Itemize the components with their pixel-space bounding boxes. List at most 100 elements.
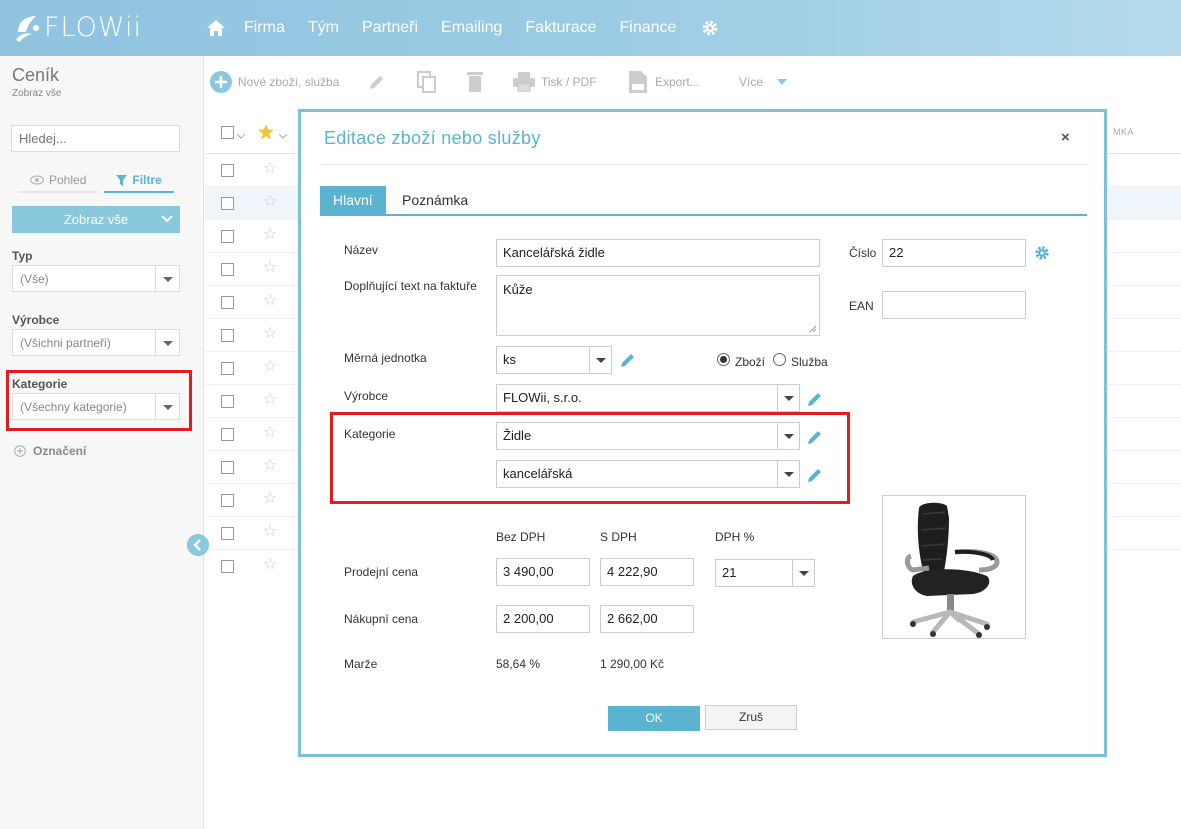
radio-zbozi-label: Zboží xyxy=(735,355,766,369)
new-item-button[interactable]: Nové zboží, služba xyxy=(209,70,339,94)
star-outline-icon[interactable]: ☆ xyxy=(263,524,277,540)
star-outline-icon[interactable]: ☆ xyxy=(263,557,277,573)
eye-icon xyxy=(30,175,44,185)
row-checkbox[interactable] xyxy=(221,395,234,408)
filter-typ-select[interactable]: (Vše) xyxy=(12,265,180,292)
star-outline-icon[interactable]: ☆ xyxy=(263,425,277,441)
copy-icon[interactable] xyxy=(417,71,437,93)
ok-button[interactable]: OK xyxy=(608,706,700,731)
star-outline-icon[interactable]: ☆ xyxy=(263,260,277,276)
star-outline-icon[interactable]: ☆ xyxy=(263,194,277,210)
row-checkbox[interactable] xyxy=(221,164,234,177)
row-checkbox[interactable] xyxy=(221,527,234,540)
prodejni-bez-dph-input[interactable]: 3 490,00 xyxy=(496,558,590,586)
row-checkbox[interactable] xyxy=(221,329,234,342)
nakupni-s-dph-input[interactable]: 2 662,00 xyxy=(600,605,694,633)
tab-filtre[interactable]: Filtre xyxy=(104,171,174,193)
dropdown-arrow-icon xyxy=(155,266,179,291)
row-checkbox[interactable] xyxy=(221,560,234,573)
star-outline-icon[interactable]: ☆ xyxy=(263,392,277,408)
row-checkbox[interactable] xyxy=(221,362,234,375)
ean-input[interactable] xyxy=(882,291,1026,319)
grid-header-column-label: MKA xyxy=(1113,127,1135,137)
add-circle-icon xyxy=(210,71,232,93)
star-outline-icon[interactable]: ☆ xyxy=(263,161,277,177)
nav-partneri[interactable]: Partneři xyxy=(362,19,418,37)
chevron-down-icon[interactable] xyxy=(237,134,245,139)
export-button[interactable]: Export... xyxy=(629,71,700,93)
settings-gear-icon[interactable] xyxy=(701,19,719,37)
nazev-input[interactable]: Kancelářská židle xyxy=(496,239,820,267)
row-checkbox[interactable] xyxy=(221,197,234,210)
resize-handle-icon[interactable] xyxy=(809,325,817,333)
star-outline-icon[interactable]: ☆ xyxy=(263,326,277,342)
search-input[interactable] xyxy=(11,125,180,152)
tab-hlavni[interactable]: Hlavní xyxy=(320,186,386,214)
cislo-label: Číslo xyxy=(849,246,877,260)
radio-sluzba-label: Služba xyxy=(791,355,828,369)
edit-pencil-icon[interactable] xyxy=(806,390,824,408)
print-pdf-button[interactable]: Tisk / PDF xyxy=(513,72,597,92)
oznaceni-label: Označení xyxy=(33,444,87,458)
select-all-checkbox[interactable] xyxy=(221,126,234,139)
marze-pct-value: 58,64 % xyxy=(496,657,541,671)
settings-gear-icon[interactable] xyxy=(1034,245,1050,261)
show-all-button[interactable]: Zobraz vše xyxy=(12,206,180,233)
row-checkbox[interactable] xyxy=(221,461,234,474)
row-checkbox[interactable] xyxy=(221,428,234,441)
cislo-input[interactable]: 22 xyxy=(882,239,1026,267)
nav-tym[interactable]: Tým xyxy=(308,19,339,37)
nav-firma[interactable]: Firma xyxy=(244,19,285,37)
vyrobce-select[interactable]: FLOWii, s.r.o. xyxy=(496,384,800,412)
nav-fakturace[interactable]: Fakturace xyxy=(525,19,596,37)
more-button[interactable]: Více xyxy=(739,75,788,89)
printer-icon xyxy=(513,72,535,92)
jednotka-value: ks xyxy=(503,352,516,367)
star-filled-icon[interactable] xyxy=(258,124,274,140)
nav-finance[interactable]: Finance xyxy=(620,19,677,37)
chevron-down-icon[interactable] xyxy=(279,134,287,139)
nakupni-label: Nákupní cena xyxy=(344,612,419,626)
row-checkbox[interactable] xyxy=(221,494,234,507)
row-checkbox[interactable] xyxy=(221,230,234,243)
dialog-title: Editace zboží nebo služby xyxy=(324,128,541,148)
home-icon[interactable] xyxy=(206,18,226,38)
product-image[interactable] xyxy=(882,495,1026,639)
star-outline-icon[interactable]: ☆ xyxy=(263,293,277,309)
logo-text: FLOWii xyxy=(44,11,142,43)
col-bez-dph: Bez DPH xyxy=(496,530,546,544)
star-outline-icon[interactable]: ☆ xyxy=(263,359,277,375)
row-checkbox[interactable] xyxy=(221,263,234,276)
nakupni-bez-dph-input[interactable]: 2 200,00 xyxy=(496,605,590,633)
dph-select[interactable]: 21 xyxy=(715,559,815,587)
nazev-label: Název xyxy=(344,243,379,257)
edit-pencil-icon[interactable] xyxy=(619,351,637,369)
row-checkbox[interactable] xyxy=(221,296,234,309)
edit-pencil-icon[interactable] xyxy=(368,73,386,91)
print-label: Tisk / PDF xyxy=(541,75,597,89)
highlight-box xyxy=(330,412,850,504)
collapse-sidebar-icon[interactable] xyxy=(187,534,209,556)
dropdown-arrow-icon xyxy=(589,347,611,373)
office-chair-image xyxy=(904,502,1000,638)
prodejni-s-dph-input[interactable]: 4 222,90 xyxy=(600,558,694,586)
oznaceni-toggle[interactable]: Označení xyxy=(14,444,86,458)
cancel-button[interactable]: Zruš xyxy=(705,705,797,730)
jednotka-select[interactable]: ks xyxy=(496,346,612,374)
star-outline-icon[interactable]: ☆ xyxy=(263,458,277,474)
trash-icon[interactable] xyxy=(467,71,483,92)
flowii-logo[interactable]: FLOWii xyxy=(12,10,142,44)
close-icon[interactable]: × xyxy=(1061,129,1070,146)
export-file-icon xyxy=(629,71,647,93)
filter-vyrobce-select[interactable]: (Všichni partneři) xyxy=(12,329,180,356)
tab-poznamka[interactable]: Poznámka xyxy=(389,186,481,214)
star-outline-icon[interactable]: ☆ xyxy=(263,491,277,507)
toolbar: Nové zboží, služba Tisk / PDF Export... … xyxy=(205,56,1181,108)
doplnujici-textarea[interactable]: Kůže xyxy=(496,275,820,336)
radio-sluzba[interactable] xyxy=(773,353,786,366)
filter-sidebar: Ceník Zobraz vše Pohled Filtre Zobraz vš… xyxy=(0,56,204,829)
star-outline-icon[interactable]: ☆ xyxy=(263,227,277,243)
tab-pohled[interactable]: Pohled xyxy=(18,171,99,193)
radio-zbozi[interactable] xyxy=(717,353,730,366)
nav-emailing[interactable]: Emailing xyxy=(441,19,502,37)
